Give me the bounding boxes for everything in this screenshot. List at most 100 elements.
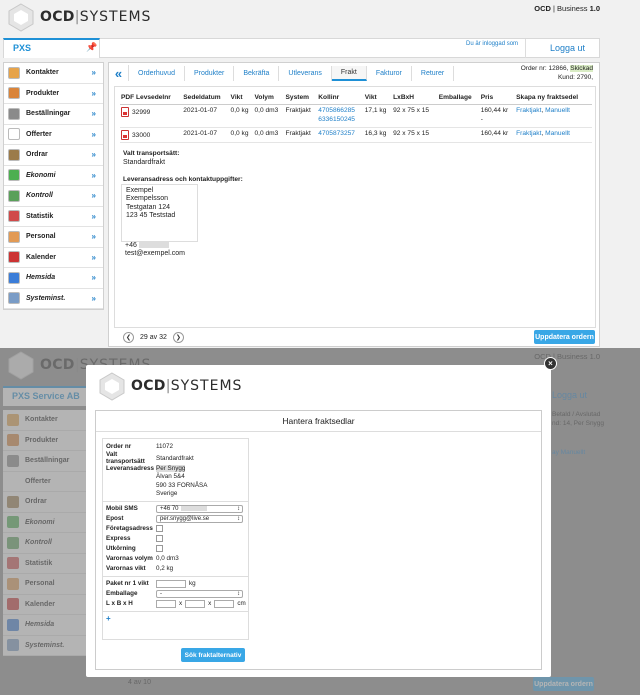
order-content: « Orderhuvud Produkter Bekräfta Utleverans F…: [108, 62, 600, 347]
sms-select[interactable]: +46 70: [156, 504, 243, 513]
sidebar-item-label: Produkter: [26, 89, 60, 97]
calendar-icon: [8, 251, 20, 264]
expand-arrow-icon[interactable]: »: [92, 294, 96, 303]
manual-link[interactable]: Manuellt: [545, 130, 570, 137]
column-header: Skapa ny fraktsedel: [515, 92, 592, 105]
sidebar-item-offerter[interactable]: Offerter »: [4, 125, 103, 145]
expand-arrow-icon[interactable]: »: [92, 68, 96, 77]
height-input[interactable]: [214, 599, 235, 608]
tab-produkter[interactable]: Produkter: [185, 66, 235, 81]
expand-arrow-icon[interactable]: »: [92, 171, 96, 180]
sidebar-item-statistik[interactable]: Statistik »: [4, 207, 103, 227]
address-line: 123 45 Teststad: [126, 212, 176, 220]
length-input[interactable]: [156, 599, 176, 608]
shipping-panel: PDF Levsedelnr Sedeldatum Vikt Volym System K…: [114, 86, 596, 328]
back-double-arrow-icon[interactable]: «: [109, 65, 129, 81]
expand-arrow-icon[interactable]: »: [92, 89, 96, 98]
expand-arrow-icon[interactable]: »: [92, 150, 96, 159]
tracking-link[interactable]: 4705873257: [318, 130, 355, 137]
logout-label: Logga ut: [550, 43, 586, 53]
main-window: OCD|SYSTEMS OCD | Business 1.0 PXS 📌 Du …: [0, 0, 640, 348]
search-freight-button[interactable]: Sök fraktalternativ: [181, 648, 245, 662]
control-icon: [8, 189, 20, 202]
tab-frakt[interactable]: Frakt: [331, 66, 367, 81]
pxs-tab[interactable]: PXS 📌: [3, 38, 100, 58]
modal-logo-hexagon-icon: [99, 372, 125, 401]
volume-value: 0,0 dm3: [156, 555, 179, 563]
sidebar-item-kontakter[interactable]: Kontakter »: [4, 63, 103, 84]
email-value: test@exempel.com: [125, 250, 186, 258]
sidebar-item-kalender[interactable]: Kalender »: [4, 248, 103, 268]
tab-orderhuvud[interactable]: Orderhuvud: [129, 66, 185, 81]
company-address-checkbox[interactable]: [156, 525, 163, 533]
tracking-link[interactable]: 4705866285: [318, 107, 355, 114]
delivery-contact: +46 test@exempel.com: [121, 242, 198, 262]
sidebar-item-label: Kontroll: [26, 192, 53, 200]
sidebar-item-beställningar[interactable]: Beställningar »: [4, 104, 103, 125]
page-indicator: 29 av 32: [140, 334, 167, 341]
expand-arrow-icon[interactable]: »: [92, 130, 96, 139]
expand-arrow-icon[interactable]: »: [92, 212, 96, 221]
status-badge: Skickad: [570, 65, 593, 72]
orders-list-icon: [8, 107, 20, 120]
packet-weight-input[interactable]: [156, 579, 186, 588]
manual-link[interactable]: Manuellt: [545, 107, 570, 114]
express-checkbox[interactable]: [156, 535, 163, 543]
sidebar-item-label: Kontakter: [26, 69, 59, 77]
delivery-checkbox[interactable]: [156, 545, 163, 553]
fraktjakt-link[interactable]: Fraktjakt: [516, 130, 541, 137]
order-icon: [8, 148, 20, 161]
fraktjakt-link[interactable]: Fraktjakt: [516, 107, 541, 114]
freight-form: Order nr 11072 Valt transportsätt Standard…: [102, 438, 249, 640]
address-line: Exempel Exempelsson: [126, 187, 169, 203]
products-icon: [8, 87, 20, 100]
pdf-icon[interactable]: [121, 106, 129, 117]
sidebar-item-kontroll[interactable]: Kontroll »: [4, 186, 103, 207]
column-header: Vikt: [229, 92, 254, 105]
brand-ocd: OCD: [40, 9, 75, 25]
phone-blurred: [138, 242, 169, 249]
order-nr-value: 11072: [156, 442, 174, 450]
column-header: Vikt: [363, 92, 393, 105]
add-packet-icon[interactable]: +: [106, 614, 111, 623]
website-icon: [7, 618, 19, 631]
sidebar-item-ekonomi[interactable]: Ekonomi »: [4, 166, 103, 186]
column-header: PDF Levsedelnr: [120, 92, 183, 105]
calendar-icon: [7, 598, 19, 611]
close-icon[interactable]: ×: [544, 357, 557, 370]
expand-arrow-icon[interactable]: »: [92, 253, 96, 262]
delivery-address: Exempel Exempelsson Testgatan 124 123 45 T…: [121, 184, 198, 242]
brand-logo: OCD|SYSTEMS: [6, 2, 151, 32]
tracking-link[interactable]: 6336150245: [318, 116, 355, 123]
sidebar-item-systeminst[interactable]: Systeminst. »: [4, 289, 103, 309]
expand-arrow-icon[interactable]: »: [92, 232, 96, 241]
bg-sidebar-label: Systeminst.: [25, 641, 65, 649]
delivery-section: Leveransadress och kontaktuppgifter:: [123, 176, 243, 183]
expand-arrow-icon[interactable]: »: [92, 273, 96, 282]
sidebar-item-hemsida[interactable]: Hemsida »: [4, 268, 103, 289]
email-select[interactable]: per.snygg@live.se: [156, 514, 243, 523]
sidebar-item-personal[interactable]: Personal »: [4, 227, 103, 248]
packaging-select[interactable]: -: [156, 589, 243, 598]
pdf-icon[interactable]: [121, 129, 129, 140]
sidebar-item-ordrar[interactable]: Ordrar »: [4, 145, 103, 166]
tab-utleverans[interactable]: Utleverans: [279, 66, 332, 81]
pin-icon[interactable]: 📌: [86, 42, 97, 53]
sidebar-item-produkter[interactable]: Produkter »: [4, 84, 103, 104]
weight-value: 0,2 kg: [156, 565, 174, 573]
expand-arrow-icon[interactable]: »: [92, 109, 96, 118]
prev-page-icon[interactable]: ❮: [123, 332, 134, 343]
update-order-button[interactable]: Uppdatera ordern: [534, 330, 595, 344]
bg-sidebar-label: Beställningar: [25, 457, 70, 465]
modal-screenshot: OCD|SYSTEMS OCD | Business 1.0 PXS Servi…: [0, 348, 640, 695]
logout-button[interactable]: Logga ut: [525, 39, 599, 58]
tab-fakturor[interactable]: Fakturor: [367, 66, 412, 81]
bg-sidebar-label: Personal: [25, 580, 55, 588]
width-input[interactable]: [185, 599, 206, 608]
expand-arrow-icon[interactable]: »: [92, 191, 96, 200]
next-page-icon[interactable]: ❯: [172, 332, 184, 343]
tab-bekräfta[interactable]: Bekräfta: [234, 66, 280, 81]
order-info: Order nr: 12866, Skickad Kund: 2790,: [520, 65, 593, 81]
tab-returer[interactable]: Returer: [412, 66, 455, 81]
sidebar-item-label: Beställningar: [26, 110, 71, 118]
